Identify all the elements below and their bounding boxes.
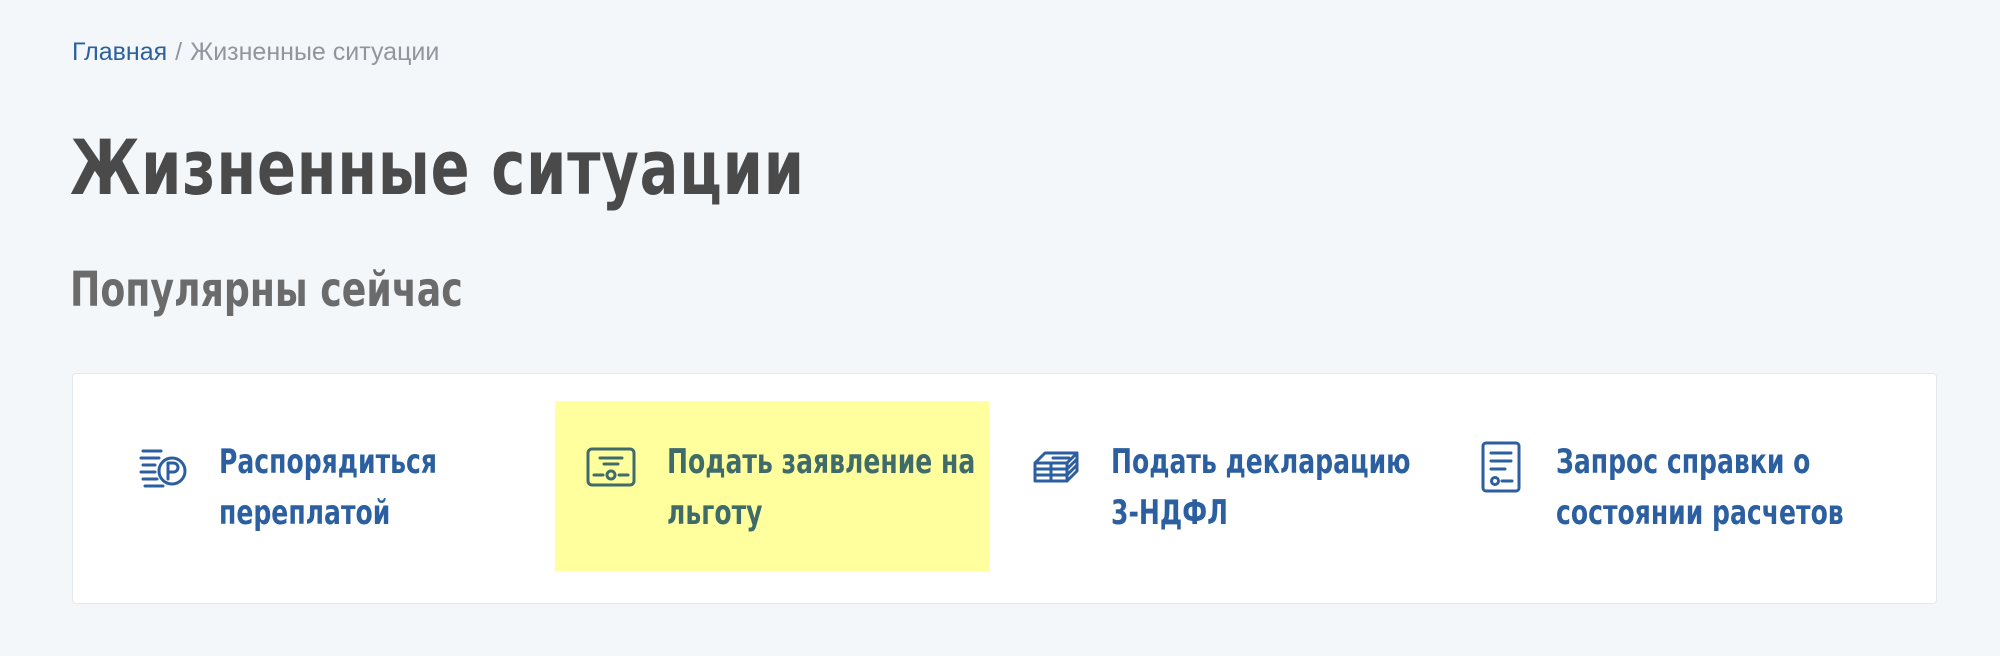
popular-item-benefit-application[interactable]: Подать заявление на льготу: [555, 401, 989, 571]
popular-item-overpayment[interactable]: Распорядиться переплатой: [107, 401, 541, 571]
statement-document-icon: [1474, 441, 1526, 493]
overpayment-coins-icon: [137, 441, 189, 493]
page-title: Жизненные ситуации: [70, 123, 805, 212]
breadcrumb-separator: /: [175, 38, 183, 66]
popular-item-label: Распорядиться переплатой: [219, 442, 437, 533]
breadcrumb: Главная / Жизненные ситуации: [72, 36, 439, 68]
benefit-certificate-icon: [585, 441, 637, 493]
popular-item-label: Запрос справки о состоянии расчетов: [1556, 442, 1844, 533]
declaration-stack-icon: [1029, 441, 1081, 493]
popular-situations-card: Распорядиться переплатой Подать заявлени…: [72, 373, 1937, 604]
popular-item-settlement-statement[interactable]: Запрос справки о состоянии расчетов: [1444, 401, 1878, 571]
breadcrumb-current: Жизненные ситуации: [190, 38, 440, 66]
section-title-popular: Популярны сейчас: [70, 262, 463, 318]
breadcrumb-home-link[interactable]: Главная: [72, 38, 167, 66]
popular-item-label: Подать заявление на льготу: [667, 442, 976, 533]
popular-item-label: Подать декларацию 3-НДФЛ: [1111, 442, 1411, 533]
popular-item-3ndfl-declaration[interactable]: Подать декларацию 3-НДФЛ: [999, 401, 1433, 571]
